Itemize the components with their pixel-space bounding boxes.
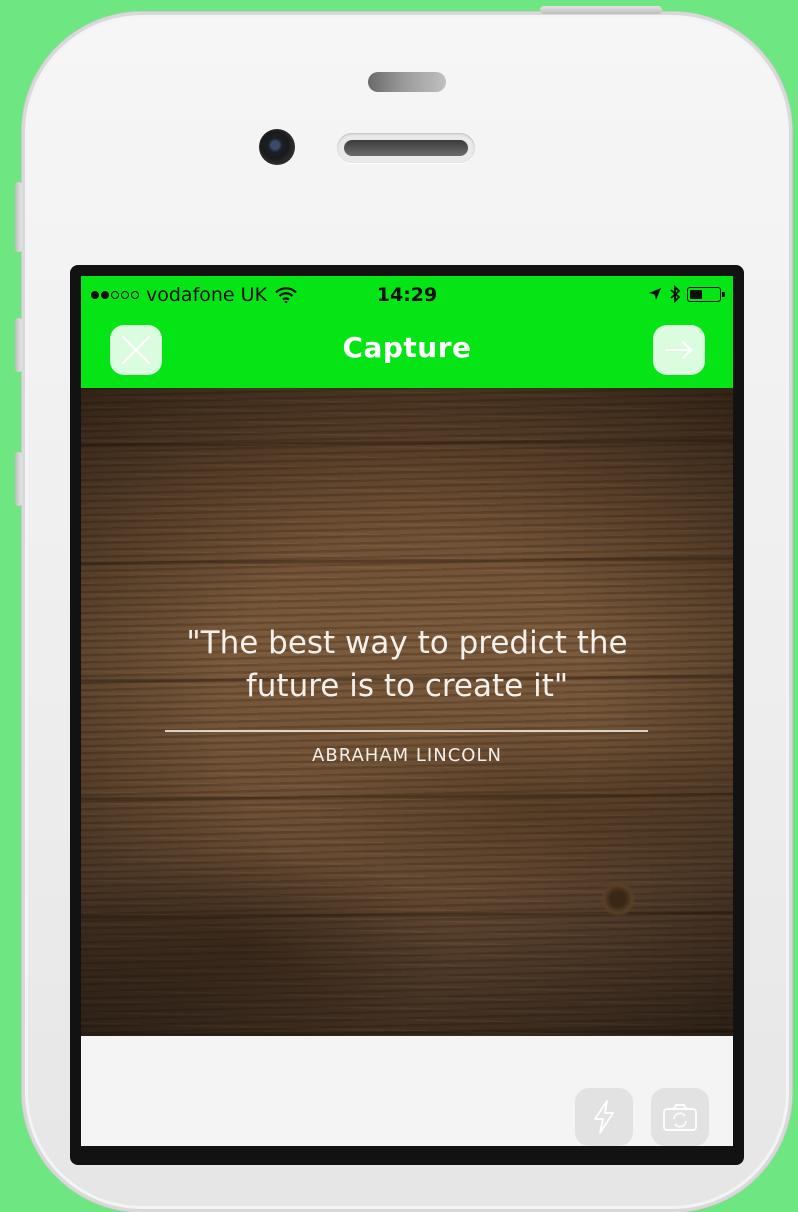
front-camera [259,129,295,165]
quote-divider [165,730,648,732]
page-title: Capture [342,331,472,364]
proximity-sensor [368,72,446,92]
battery-level [690,289,702,299]
status-time: 14:29 [376,284,438,306]
quote-text: "The best way to predict the future is t… [81,622,733,708]
quote-author: ABRAHAM LINCOLN [312,745,502,766]
arrow-right-icon [663,338,695,362]
bluetooth-icon [669,285,681,303]
volume-up-button [15,318,22,372]
flash-button[interactable] [575,1088,633,1146]
app-header: vodafone UK 14:29 Capture [81,276,733,388]
wood-knot [599,882,637,916]
screen: vodafone UK 14:29 Capture "The best way … [81,276,733,1146]
battery-tip [722,291,725,297]
status-right [648,285,725,303]
volume-down-button [15,452,22,506]
camera-preview: "The best way to predict the future is t… [81,388,733,1036]
next-button[interactable] [653,325,705,375]
mute-switch [15,182,22,252]
quote-line-2: future is to create it" [245,668,569,704]
flip-camera-button[interactable] [651,1088,709,1146]
status-bar: vodafone UK 14:29 [81,276,733,316]
power-button [540,6,662,14]
speaker-grill [344,140,468,156]
battery-icon [687,286,725,302]
flash-icon [591,1099,617,1135]
location-arrow-icon [648,287,662,301]
quote-line-1: "The best way to predict the [186,625,628,661]
camera-flip-icon [662,1102,698,1132]
